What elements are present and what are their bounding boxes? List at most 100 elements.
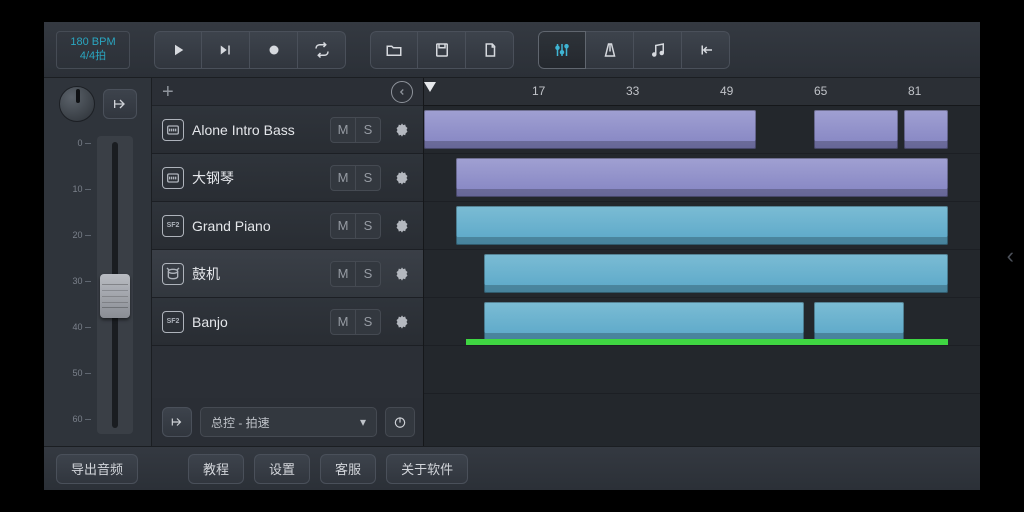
record-icon: [265, 41, 283, 59]
play-icon: [169, 41, 187, 59]
midi-clip[interactable]: [904, 110, 948, 149]
track-settings-button[interactable]: [389, 165, 415, 191]
new-button[interactable]: [466, 31, 514, 69]
midi-clip[interactable]: [484, 302, 804, 341]
solo-button[interactable]: S: [355, 309, 381, 335]
solo-button[interactable]: S: [355, 261, 381, 287]
track-name-label: Banjo: [192, 314, 322, 330]
track-row[interactable]: 大钢琴 MS: [152, 154, 423, 202]
save-icon: [433, 41, 451, 59]
track-settings-button[interactable]: [389, 117, 415, 143]
midi-clip[interactable]: [456, 206, 948, 245]
export-audio-button[interactable]: 导出音频: [56, 454, 138, 484]
midi-clip[interactable]: [814, 302, 904, 341]
track-settings-button[interactable]: [389, 309, 415, 335]
mute-button[interactable]: M: [330, 117, 356, 143]
folder-icon: [385, 41, 403, 59]
channel-strip: 0 10 20 30 40 50 60: [44, 78, 152, 446]
automation-select-label: 总控 - 拍速: [211, 414, 270, 431]
fader-scale: 0 10 20 30 40 50 60: [63, 136, 91, 434]
automation-line[interactable]: [466, 339, 948, 345]
midi-clip[interactable]: [456, 158, 948, 197]
clip-lane[interactable]: [424, 106, 980, 154]
add-track-button[interactable]: +: [162, 82, 174, 102]
mute-button[interactable]: M: [330, 309, 356, 335]
play-button[interactable]: [154, 31, 202, 69]
bpm-value: 180 BPM: [70, 36, 115, 49]
loop-button[interactable]: [298, 31, 346, 69]
solo-button[interactable]: S: [355, 117, 381, 143]
go-start-icon: [697, 41, 715, 59]
metronome-button[interactable]: [586, 31, 634, 69]
route-icon: [170, 415, 184, 429]
solo-button[interactable]: S: [355, 165, 381, 191]
clip-lane[interactable]: [424, 154, 980, 202]
track-name-label: Alone Intro Bass: [192, 122, 322, 138]
track-name-label: 鼓机: [192, 264, 322, 284]
track-type-icon: SF2: [162, 215, 184, 237]
midi-clip[interactable]: [814, 110, 898, 149]
route-button[interactable]: [103, 89, 137, 119]
bottom-bar: 导出音频 教程 设置 客服 关于软件: [44, 446, 980, 490]
ruler-label: 65: [814, 84, 827, 98]
clip-lane[interactable]: [424, 202, 980, 250]
collapse-tracks-button[interactable]: [391, 81, 413, 103]
track-row[interactable]: Alone Intro Bass MS: [152, 106, 423, 154]
time-ruler[interactable]: 1733496581: [424, 78, 980, 106]
track-settings-button[interactable]: [389, 261, 415, 287]
tempo-display[interactable]: 180 BPM 4/4拍: [56, 31, 130, 69]
about-button[interactable]: 关于软件: [386, 454, 468, 484]
ruler-label: 33: [626, 84, 639, 98]
midi-clip[interactable]: [424, 110, 756, 149]
track-row[interactable]: SF2 Banjo MS: [152, 298, 423, 346]
ruler-label: 17: [532, 84, 545, 98]
settings-button[interactable]: 设置: [254, 454, 310, 484]
clip-lane[interactable]: [424, 346, 980, 394]
track-name-label: Grand Piano: [192, 218, 322, 234]
chevron-down-icon: ▾: [360, 415, 366, 429]
metronome-icon: [601, 41, 619, 59]
mute-button[interactable]: M: [330, 213, 356, 239]
record-button[interactable]: [250, 31, 298, 69]
route-icon: [112, 96, 128, 112]
gear-icon: [394, 314, 410, 330]
gear-icon: [394, 122, 410, 138]
chevron-left-icon: [397, 87, 407, 97]
system-back-icon[interactable]: ‹: [1007, 243, 1014, 269]
automation-route-button[interactable]: [162, 407, 192, 437]
loop-icon: [313, 41, 331, 59]
top-toolbar: 180 BPM 4/4拍: [44, 22, 980, 78]
mute-button[interactable]: M: [330, 261, 356, 287]
track-type-icon: SF2: [162, 311, 184, 333]
ruler-label: 49: [720, 84, 733, 98]
playhead-icon[interactable]: [424, 82, 436, 92]
track-name-label: 大钢琴: [192, 168, 322, 188]
clip-lane[interactable]: [424, 298, 980, 346]
pan-knob[interactable]: [59, 86, 95, 122]
volume-fader[interactable]: [97, 136, 133, 434]
fader-handle[interactable]: [100, 274, 130, 318]
arrangement-timeline[interactable]: 1733496581: [424, 78, 980, 446]
track-settings-button[interactable]: [389, 213, 415, 239]
solo-button[interactable]: S: [355, 213, 381, 239]
open-button[interactable]: [370, 31, 418, 69]
midi-clip[interactable]: [484, 254, 948, 293]
rewind-button[interactable]: [202, 31, 250, 69]
track-row[interactable]: 鼓机 MS: [152, 250, 423, 298]
track-row[interactable]: SF2 Grand Piano MS: [152, 202, 423, 250]
automation-row: 总控 - 拍速 ▾: [152, 398, 423, 446]
notes-button[interactable]: [634, 31, 682, 69]
support-button[interactable]: 客服: [320, 454, 376, 484]
automation-parameter-select[interactable]: 总控 - 拍速 ▾: [200, 407, 377, 437]
tutorial-button[interactable]: 教程: [188, 454, 244, 484]
power-icon: [393, 415, 407, 429]
clip-lane[interactable]: [424, 250, 980, 298]
automation-power-button[interactable]: [385, 407, 415, 437]
gear-icon: [394, 218, 410, 234]
mixer-button[interactable]: [538, 31, 586, 69]
go-to-start-button[interactable]: [682, 31, 730, 69]
mute-button[interactable]: M: [330, 165, 356, 191]
gear-icon: [394, 170, 410, 186]
save-button[interactable]: [418, 31, 466, 69]
gear-icon: [394, 266, 410, 282]
